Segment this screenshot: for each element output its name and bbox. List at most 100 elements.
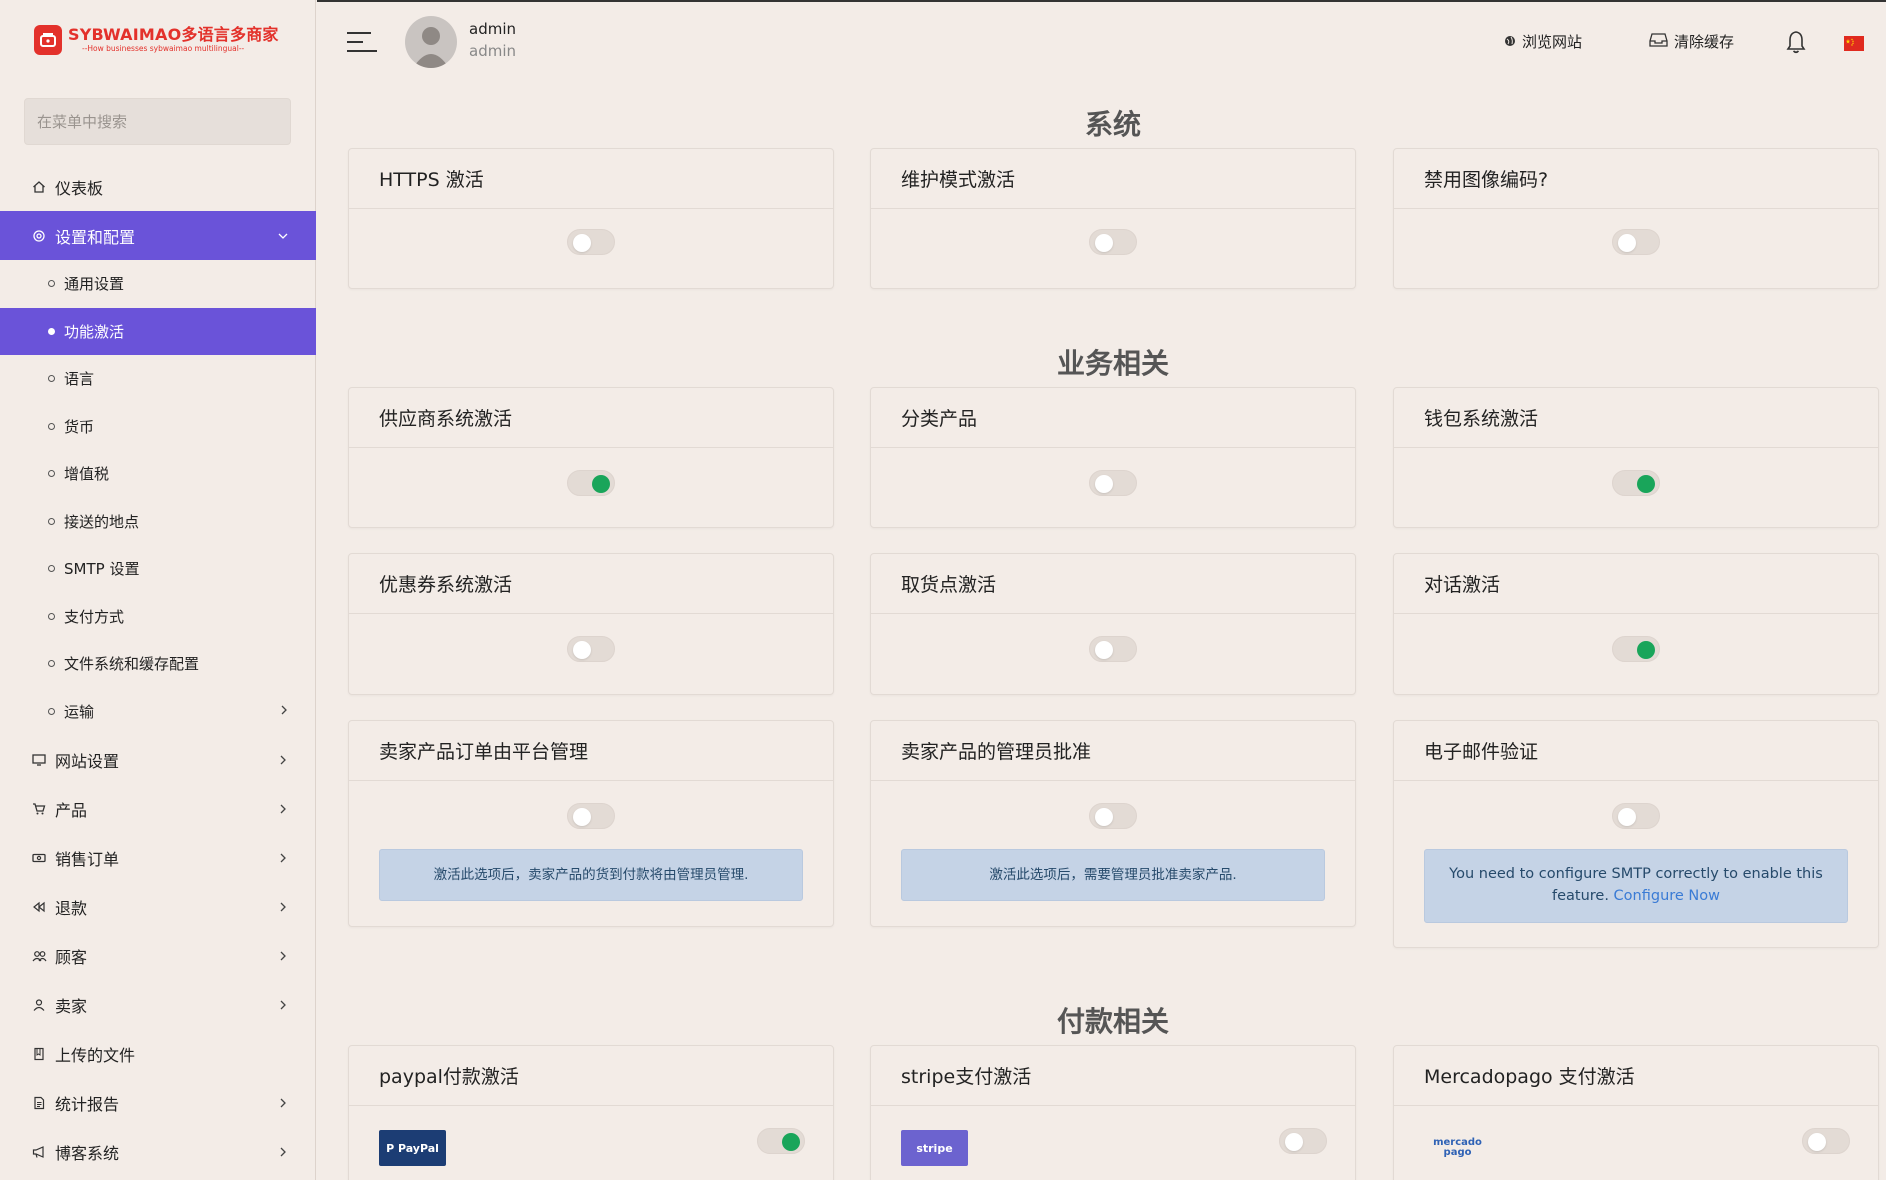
sidebar-item-website-settings[interactable]: 网站设置 — [0, 735, 316, 784]
sidebar-item-blog[interactable]: 博客系统 — [0, 1127, 316, 1176]
sidebar-item-label: 网站设置 — [55, 751, 120, 771]
toggle-knob — [573, 808, 591, 826]
users-icon — [31, 948, 47, 964]
circle-icon — [48, 470, 55, 478]
card-paypal: paypal付款激活 P PayPal — [348, 1045, 834, 1180]
toggle-knob — [782, 1133, 800, 1151]
circle-icon — [48, 612, 55, 620]
stripe-logo: stripe — [901, 1130, 968, 1166]
sidebar-item-refunds[interactable]: 退款 — [0, 882, 316, 931]
toggle-knob — [1095, 808, 1113, 826]
card-conversation: 对话激活 — [1393, 553, 1879, 695]
app-root: SYBWAIMAO多语言多商家 --How businesses sybwaim… — [0, 0, 1886, 1180]
sidebar-subitem-vat[interactable]: 增值税 — [0, 450, 316, 498]
sidebar-subitem-smtp[interactable]: SMTP 设置 — [0, 545, 316, 593]
card-title: 卖家产品订单由平台管理 — [349, 721, 833, 781]
sidebar: SYBWAIMAO多语言多商家 --How businesses sybwaim… — [0, 0, 316, 1180]
conversation-toggle[interactable] — [1612, 636, 1660, 662]
menu-search-input[interactable] — [24, 98, 291, 145]
sidebar-subitem-label: 接送的地点 — [64, 512, 140, 531]
mercadopago-toggle[interactable] — [1802, 1128, 1850, 1154]
seller-orders-toggle[interactable] — [567, 803, 615, 829]
brand-logo[interactable]: SYBWAIMAO多语言多商家 --How businesses sybwaim… — [34, 22, 279, 58]
sidebar-item-products[interactable]: 产品 — [0, 784, 316, 833]
card-image-encoding: 禁用图像编码? — [1393, 148, 1879, 289]
home-icon — [31, 179, 47, 195]
wallet-toggle[interactable] — [1612, 470, 1660, 496]
paypal-toggle[interactable] — [757, 1128, 805, 1154]
toggle-knob — [1808, 1133, 1826, 1151]
category-toggle[interactable] — [1089, 470, 1137, 496]
card-title: stripe支付激活 — [871, 1046, 1355, 1106]
top-header: admin admin 浏览网站 清除缓存 — [317, 0, 1886, 80]
seller-orders-info-note: 激活此选项后，卖家产品的货到付款将由管理员管理. — [379, 849, 803, 901]
sidebar-subitem-label: 运输 — [64, 702, 95, 721]
sidebar-item-sellers[interactable]: 卖家 — [0, 980, 316, 1029]
card-title: paypal付款激活 — [349, 1046, 833, 1106]
sidebar-subitem-label: 语言 — [64, 370, 95, 389]
card-maintenance: 维护模式激活 — [870, 148, 1356, 289]
card-title: 电子邮件验证 — [1394, 721, 1878, 781]
brand-subtitle: --How businesses sybwaimao multilingual-… — [82, 44, 245, 54]
pickup-toggle[interactable] — [1089, 636, 1137, 662]
bell-icon[interactable] — [1785, 30, 1807, 54]
sidebar-subitem-language[interactable]: 语言 — [0, 355, 316, 403]
card-category: 分类产品 — [870, 387, 1356, 528]
sidebar-item-label: 销售订单 — [55, 849, 120, 869]
file-icon — [31, 1095, 47, 1111]
sidebar-item-label: 仪表板 — [55, 178, 104, 198]
sidebar-subitem-label: 文件系统和缓存配置 — [64, 655, 200, 674]
toggle-knob — [573, 234, 591, 252]
vendor-toggle[interactable] — [567, 470, 615, 496]
coupon-toggle[interactable] — [567, 636, 615, 662]
sidebar-subitem-payment-methods[interactable]: 支付方式 — [0, 593, 316, 641]
paypal-logo: P PayPal — [379, 1130, 446, 1166]
folder-icon — [31, 1046, 47, 1062]
sidebar-item-uploaded-files[interactable]: 上传的文件 — [0, 1029, 316, 1078]
card-title: 对话激活 — [1394, 554, 1878, 614]
sidebar-item-dashboard[interactable]: 仪表板 — [0, 162, 316, 211]
sidebar-item-customers[interactable]: 顾客 — [0, 931, 316, 980]
card-email-verify: 电子邮件验证 You need to configure SMTP correc… — [1393, 720, 1879, 948]
chevron-right-icon — [278, 702, 290, 720]
sidebar-subitem-pickup-points[interactable]: 接送的地点 — [0, 498, 316, 546]
sidebar-subitem-general[interactable]: 通用设置 — [0, 260, 316, 308]
chevron-right-icon — [276, 802, 290, 816]
card-coupon: 优惠券系统激活 — [348, 553, 834, 695]
sidebar-subitem-currency[interactable]: 货币 — [0, 403, 316, 451]
toggle-knob — [1285, 1133, 1303, 1151]
monitor-icon — [31, 752, 47, 768]
language-flag-icon[interactable] — [1844, 36, 1864, 51]
card-seller-approval: 卖家产品的管理员批准 激活此选项后，需要管理员批准卖家产品. — [870, 720, 1356, 927]
browse-site-link[interactable]: 浏览网站 — [1504, 31, 1582, 52]
seller-approval-toggle[interactable] — [1089, 803, 1137, 829]
sidebar-item-label: 退款 — [55, 898, 88, 918]
configure-now-link[interactable]: Configure Now — [1614, 888, 1720, 904]
sidebar-item-settings[interactable]: 设置和配置 — [0, 211, 316, 260]
avatar[interactable] — [405, 16, 457, 68]
circle-icon — [48, 660, 55, 668]
menu-toggle-icon[interactable] — [347, 30, 377, 54]
sidebar-subitem-label: 功能激活 — [64, 322, 125, 341]
sidebar-item-label: 博客系统 — [55, 1143, 120, 1163]
sidebar-item-reports[interactable]: 统计报告 — [0, 1078, 316, 1127]
card-title: 分类产品 — [871, 388, 1355, 448]
https-toggle[interactable] — [567, 229, 615, 255]
email-verify-toggle[interactable] — [1612, 803, 1660, 829]
toggle-knob — [592, 475, 610, 493]
circle-icon — [48, 327, 55, 335]
sidebar-subitem-features[interactable]: 功能激活 — [0, 307, 316, 355]
image-encoding-toggle[interactable] — [1612, 229, 1660, 255]
sidebar-subitem-filesystem-cache[interactable]: 文件系统和缓存配置 — [0, 640, 316, 688]
sidebar-item-sales-orders[interactable]: 销售订单 — [0, 833, 316, 882]
chevron-right-icon — [276, 851, 290, 865]
clear-cache-button[interactable]: 清除缓存 — [1649, 31, 1734, 52]
maintenance-toggle[interactable] — [1089, 229, 1137, 255]
sidebar-item-label: 顾客 — [55, 947, 88, 967]
card-seller-orders: 卖家产品订单由平台管理 激活此选项后，卖家产品的货到付款将由管理员管理. — [348, 720, 834, 927]
card-stripe: stripe支付激活 stripe — [870, 1045, 1356, 1180]
sidebar-item-label: 卖家 — [55, 996, 88, 1016]
stripe-toggle[interactable] — [1279, 1128, 1327, 1154]
sidebar-item-label: 设置和配置 — [55, 227, 136, 247]
sidebar-subitem-shipping[interactable]: 运输 — [0, 688, 316, 736]
